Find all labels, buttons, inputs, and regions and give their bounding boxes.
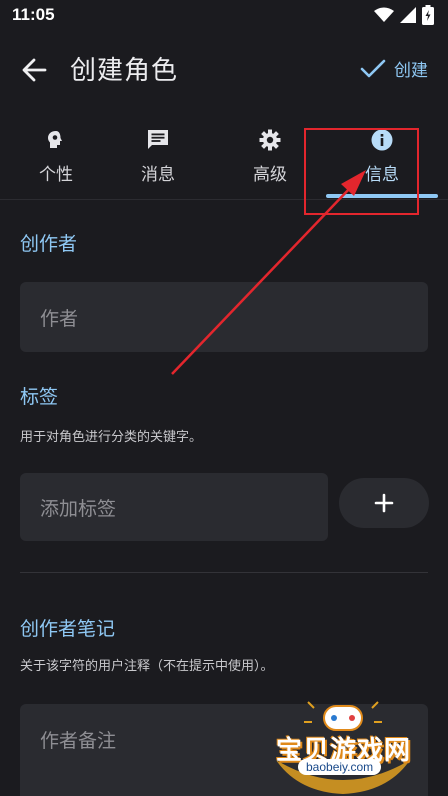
annotation-arrow-icon xyxy=(171,170,366,375)
watermark-url: baobeiy.com xyxy=(298,759,382,775)
watermark-logo: 宝贝游戏网 baobeiy.com xyxy=(268,700,418,796)
